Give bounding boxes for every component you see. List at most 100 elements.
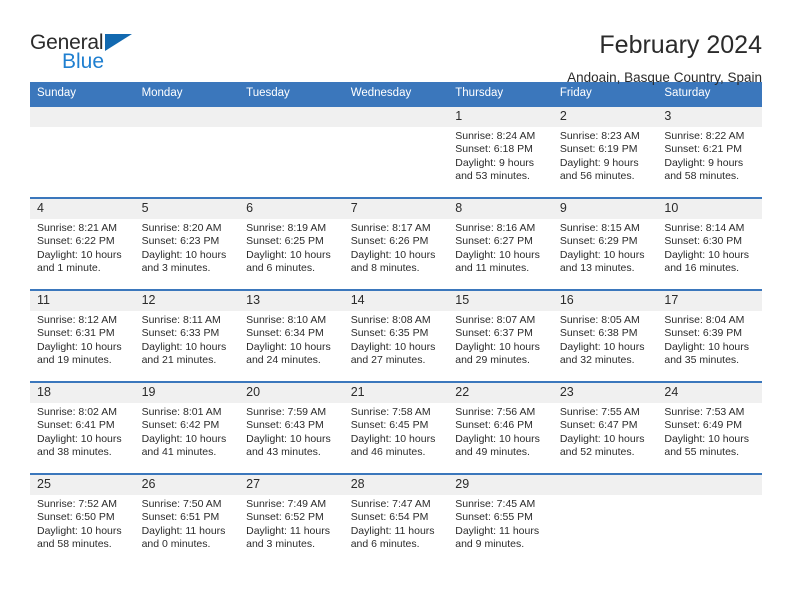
sunrise-text: Sunrise: 8:01 AM (141, 406, 222, 418)
day-number: 22 (448, 383, 553, 403)
calendar-day-cell-empty (30, 105, 135, 198)
sunrise-text: Sunrise: 7:50 AM (141, 498, 222, 510)
calendar-day-cell[interactable]: 12 Sunrise: 8:11 AM Sunset: 6:33 PM Dayligh… (134, 289, 240, 382)
daylight-text: Daylight: 11 hours and 9 minutes. (455, 524, 540, 551)
sunset-text: Sunset: 6:39 PM (664, 327, 743, 340)
sunrise-text: Sunrise: 8:12 AM (37, 314, 117, 326)
daylight-text: Daylight: 10 hours and 24 minutes. (246, 340, 331, 367)
calendar-day-cell[interactable]: 23 Sunrise: 7:55 AM Sunset: 6:47 PM Dayligh… (552, 381, 658, 474)
daylight-text: Daylight: 11 hours and 6 minutes. (350, 524, 435, 551)
day-details: Sunrise: 8:14 AM Sunset: 6:30 PM Daylight:… (657, 219, 762, 276)
calendar-day-cell[interactable]: 10 Sunrise: 8:14 AM Sunset: 6:30 PM Dayligh… (657, 197, 762, 290)
sunrise-text: Sunrise: 8:05 AM (559, 314, 640, 326)
day-number: 2 (552, 107, 658, 127)
day-details: Sunrise: 8:04 AM Sunset: 6:39 PM Daylight:… (657, 311, 762, 368)
day-number: 9 (552, 199, 658, 219)
sunset-text: Sunset: 6:35 PM (350, 327, 429, 340)
sunrise-text: Sunrise: 8:11 AM (141, 314, 221, 326)
sunrise-text: Sunrise: 7:49 AM (246, 498, 327, 510)
calendar-day-cell[interactable]: 13 Sunrise: 8:10 AM Sunset: 6:34 PM Dayligh… (239, 289, 344, 382)
calendar-day-cell[interactable]: 28 Sunrise: 7:47 AM Sunset: 6:54 PM Dayligh… (343, 473, 449, 565)
sunset-text: Sunset: 6:33 PM (141, 327, 220, 340)
sunrise-text: Sunrise: 7:56 AM (455, 406, 536, 418)
day-number: 5 (134, 199, 240, 219)
sunrise-text: Sunrise: 8:19 AM (246, 222, 327, 234)
day-details: Sunrise: 8:16 AM Sunset: 6:27 PM Daylight:… (448, 219, 553, 276)
calendar-day-cell[interactable]: 6 Sunrise: 8:19 AM Sunset: 6:25 PM Daylight… (239, 197, 344, 290)
day-details: Sunrise: 8:05 AM Sunset: 6:38 PM Daylight:… (553, 311, 658, 368)
sunrise-text: Sunrise: 8:04 AM (664, 314, 745, 326)
calendar-day-cell[interactable]: 29 Sunrise: 7:45 AM Sunset: 6:55 PM Dayligh… (448, 473, 553, 565)
calendar-day-cell[interactable]: 25 Sunrise: 7:52 AM Sunset: 6:50 PM Dayligh… (30, 473, 135, 565)
calendar-day-cell[interactable]: 21 Sunrise: 7:58 AM Sunset: 6:45 PM Dayligh… (343, 381, 449, 474)
calendar-day-cell[interactable]: 2 Sunrise: 8:23 AM Sunset: 6:19 PM Daylight… (552, 105, 658, 198)
calendar-day-cell[interactable]: 19 Sunrise: 8:01 AM Sunset: 6:42 PM Dayligh… (134, 381, 240, 474)
day-details: Sunrise: 8:15 AM Sunset: 6:29 PM Daylight:… (553, 219, 658, 276)
calendar-day-cell[interactable]: 26 Sunrise: 7:50 AM Sunset: 6:51 PM Dayligh… (134, 473, 240, 565)
day-details: Sunrise: 7:47 AM Sunset: 6:54 PM Daylight:… (344, 495, 449, 552)
day-cell-inner: 27 Sunrise: 7:49 AM Sunset: 6:52 PM Dayligh… (239, 475, 344, 565)
calendar-day-cell[interactable]: 7 Sunrise: 8:17 AM Sunset: 6:26 PM Daylight… (343, 197, 449, 290)
calendar-day-cell[interactable]: 24 Sunrise: 7:53 AM Sunset: 6:49 PM Dayligh… (657, 381, 762, 474)
day-cell-inner (552, 475, 658, 565)
day-cell-inner: 9 Sunrise: 8:15 AM Sunset: 6:29 PM Daylight… (552, 199, 658, 289)
calendar-week-row: 11 Sunrise: 8:12 AM Sunset: 6:31 PM Dayligh… (30, 289, 762, 382)
day-cell-inner: 24 Sunrise: 7:53 AM Sunset: 6:49 PM Dayligh… (657, 383, 762, 473)
calendar-day-cell[interactable]: 11 Sunrise: 8:12 AM Sunset: 6:31 PM Dayligh… (30, 289, 135, 382)
day-number: 28 (343, 475, 449, 495)
daylight-text: Daylight: 10 hours and 32 minutes. (559, 340, 645, 367)
calendar-day-cell[interactable]: 1 Sunrise: 8:24 AM Sunset: 6:18 PM Daylight… (448, 105, 553, 198)
day-details: Sunrise: 7:50 AM Sunset: 6:51 PM Daylight:… (135, 495, 240, 552)
sunrise-text: Sunrise: 8:14 AM (664, 222, 745, 234)
calendar-week-row: 4 Sunrise: 8:21 AM Sunset: 6:22 PM Daylight… (30, 197, 762, 290)
day-cell-inner: 8 Sunrise: 8:16 AM Sunset: 6:27 PM Daylight… (448, 199, 553, 289)
calendar-day-cell[interactable]: 20 Sunrise: 7:59 AM Sunset: 6:43 PM Dayligh… (239, 381, 344, 474)
calendar-day-cell[interactable]: 8 Sunrise: 8:16 AM Sunset: 6:27 PM Daylight… (448, 197, 553, 290)
day-number: 7 (343, 199, 449, 219)
calendar-day-cell[interactable]: 9 Sunrise: 8:15 AM Sunset: 6:29 PM Daylight… (552, 197, 658, 290)
day-cell-inner: 21 Sunrise: 7:58 AM Sunset: 6:45 PM Dayligh… (343, 383, 449, 473)
calendar-week-row: 1 Sunrise: 8:24 AM Sunset: 6:18 PM Daylight… (30, 105, 762, 198)
daylight-text: Daylight: 10 hours and 52 minutes. (559, 432, 645, 459)
sunset-text: Sunset: 6:54 PM (350, 511, 429, 524)
day-number: 3 (657, 107, 762, 127)
weekday-header-wednesday: Wednesday (343, 82, 449, 106)
calendar-day-cell[interactable]: 17 Sunrise: 8:04 AM Sunset: 6:39 PM Dayligh… (657, 289, 762, 382)
calendar-day-cell[interactable]: 14 Sunrise: 8:08 AM Sunset: 6:35 PM Dayligh… (343, 289, 449, 382)
day-cell-inner: 29 Sunrise: 7:45 AM Sunset: 6:55 PM Dayligh… (448, 475, 553, 565)
calendar-day-cell[interactable]: 15 Sunrise: 8:07 AM Sunset: 6:37 PM Dayligh… (448, 289, 553, 382)
day-number: 8 (448, 199, 553, 219)
daylight-text: Daylight: 10 hours and 58 minutes. (37, 524, 122, 551)
calendar-day-cell[interactable]: 16 Sunrise: 8:05 AM Sunset: 6:38 PM Dayligh… (552, 289, 658, 382)
sunrise-text: Sunrise: 8:22 AM (664, 130, 745, 142)
sunset-text: Sunset: 6:50 PM (37, 511, 115, 524)
calendar-day-cell[interactable]: 27 Sunrise: 7:49 AM Sunset: 6:52 PM Dayligh… (239, 473, 344, 565)
day-number: 20 (239, 383, 344, 403)
calendar-day-cell[interactable]: 18 Sunrise: 8:02 AM Sunset: 6:41 PM Dayligh… (30, 381, 135, 474)
daylight-text: Daylight: 9 hours and 58 minutes. (664, 156, 744, 183)
day-number: 16 (552, 291, 658, 311)
weekday-header-monday: Monday (134, 82, 240, 106)
day-number (657, 475, 762, 495)
calendar-day-cell[interactable]: 4 Sunrise: 8:21 AM Sunset: 6:22 PM Daylight… (30, 197, 135, 290)
day-details: Sunrise: 8:07 AM Sunset: 6:37 PM Daylight:… (448, 311, 553, 368)
calendar-day-cell[interactable]: 5 Sunrise: 8:20 AM Sunset: 6:23 PM Daylight… (134, 197, 240, 290)
sunset-text: Sunset: 6:38 PM (559, 327, 638, 340)
sunset-text: Sunset: 6:43 PM (246, 419, 324, 432)
sunrise-text: Sunrise: 8:23 AM (559, 130, 640, 142)
calendar-day-cell[interactable]: 3 Sunrise: 8:22 AM Sunset: 6:21 PM Daylight… (657, 105, 762, 198)
calendar-day-cell-empty (343, 105, 449, 198)
day-cell-inner: 16 Sunrise: 8:05 AM Sunset: 6:38 PM Dayligh… (552, 291, 658, 381)
sunset-text: Sunset: 6:55 PM (455, 511, 533, 524)
day-number: 4 (30, 199, 135, 219)
day-number (30, 107, 135, 127)
daylight-text: Daylight: 10 hours and 35 minutes. (664, 340, 750, 367)
day-details: Sunrise: 8:01 AM Sunset: 6:42 PM Daylight:… (135, 403, 240, 460)
day-details: Sunrise: 7:59 AM Sunset: 6:43 PM Daylight:… (239, 403, 344, 460)
daylight-text: Daylight: 10 hours and 43 minutes. (246, 432, 331, 459)
calendar-day-cell[interactable]: 22 Sunrise: 7:56 AM Sunset: 6:46 PM Dayligh… (448, 381, 553, 474)
day-details: Sunrise: 7:49 AM Sunset: 6:52 PM Daylight:… (239, 495, 344, 552)
sunrise-text: Sunrise: 7:45 AM (455, 498, 536, 510)
general-blue-logo[interactable]: General Blue (30, 30, 150, 76)
calendar-week-row: 25 Sunrise: 7:52 AM Sunset: 6:50 PM Dayligh… (30, 473, 762, 565)
